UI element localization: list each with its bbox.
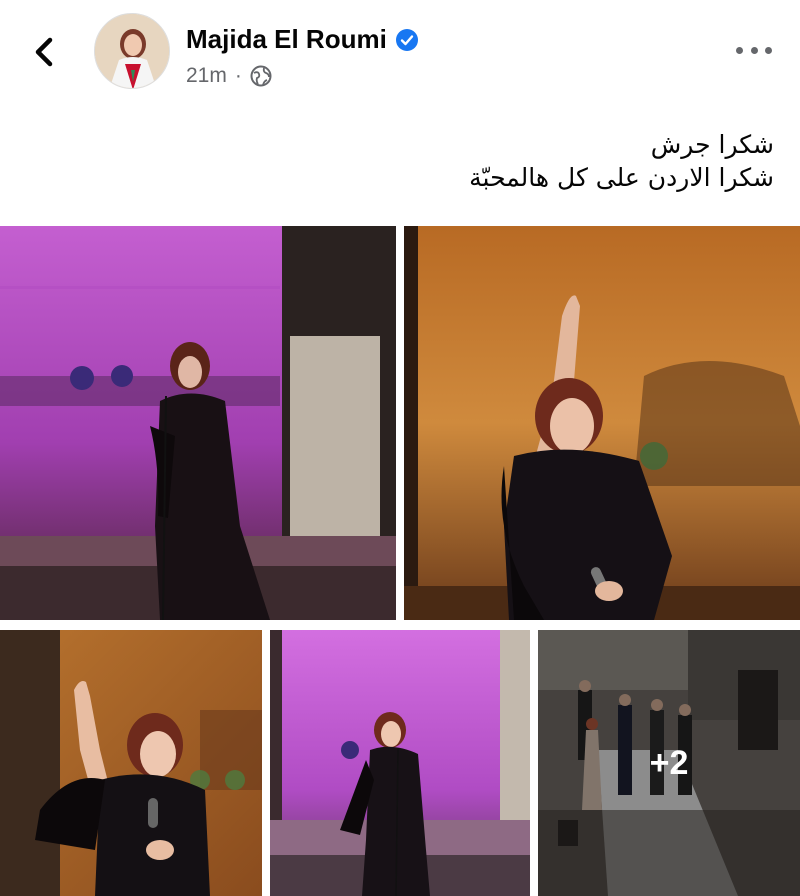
globe-icon <box>250 65 272 87</box>
stage-photo-orange-wave <box>0 630 262 896</box>
gallery-photo-1[interactable] <box>0 226 396 620</box>
back-button[interactable] <box>28 32 64 72</box>
verified-badge-icon <box>395 28 418 51</box>
author-name[interactable]: Majida El Roumi <box>186 24 387 55</box>
gallery-photo-4[interactable] <box>270 630 530 896</box>
gallery-photo-5[interactable]: +2 <box>538 630 800 896</box>
post-caption: شكرا جرش شكرا الاردن على كل هالمحبّة <box>34 128 774 194</box>
caption-line-1: شكرا جرش <box>650 130 774 159</box>
post-meta: 21m · <box>186 64 272 88</box>
more-horizontal-icon <box>736 46 743 54</box>
more-photos-overlay[interactable]: +2 <box>538 630 800 896</box>
meta-separator: · <box>234 64 242 87</box>
more-photos-count: +2 <box>649 743 689 782</box>
chevron-left-icon <box>35 37 53 67</box>
more-options-button[interactable] <box>736 38 772 62</box>
caption-line-2: شكرا الاردن على كل هالمحبّة <box>469 163 774 192</box>
stage-photo-orange <box>404 226 800 620</box>
stage-photo-purple-full <box>270 630 530 896</box>
timestamp[interactable]: 21m <box>186 64 227 88</box>
author-row: Majida El Roumi <box>186 24 419 55</box>
gallery-photo-2[interactable] <box>404 226 800 620</box>
stage-photo-purple <box>0 226 396 620</box>
post-header: Majida El Roumi 21m · <box>0 0 800 110</box>
gallery-photo-3[interactable] <box>0 630 262 896</box>
avatar-image <box>95 14 169 88</box>
avatar[interactable] <box>94 13 170 89</box>
